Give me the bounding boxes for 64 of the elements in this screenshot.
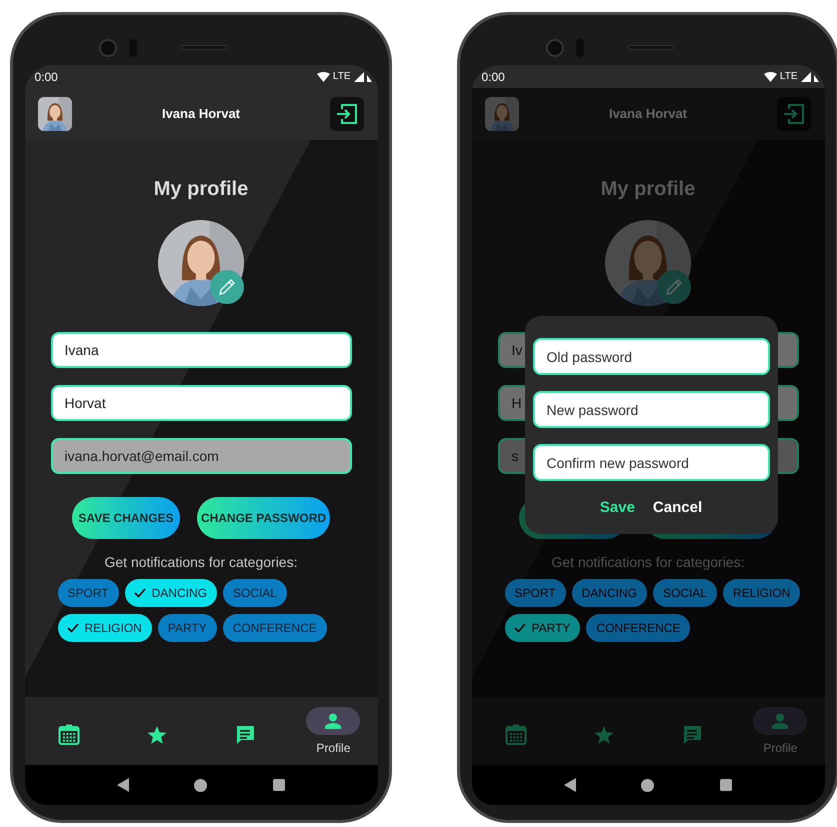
- exit-icon: [336, 103, 358, 125]
- password-field[interactable]: Old password: [532, 338, 770, 375]
- chat-icon: [682, 725, 702, 745]
- status-time: 0:00: [34, 68, 58, 86]
- check-icon: [514, 623, 526, 633]
- category-chip[interactable]: SOCIAL: [222, 579, 287, 607]
- person-icon: [325, 713, 342, 729]
- pencil-icon: [217, 277, 237, 297]
- calendar-icon: [58, 724, 80, 746]
- check-icon: [134, 588, 146, 598]
- speaker-grille: [628, 45, 674, 50]
- exit-icon: [783, 103, 806, 125]
- pencil-icon: [664, 277, 684, 297]
- dialog-action[interactable]: Cancel: [652, 497, 702, 520]
- category-chip[interactable]: RELIGION: [58, 614, 152, 642]
- wifi-icon: [764, 72, 777, 82]
- notifications-label: Get notifications for categories:: [104, 553, 298, 571]
- category-chip[interactable]: SPORT: [504, 579, 566, 607]
- chat-icon: [235, 725, 256, 745]
- network-label: LTE: [332, 70, 350, 84]
- text-field[interactable]: Ivana: [50, 332, 352, 368]
- nav-item[interactable]: [306, 707, 360, 735]
- gradient-button[interactable]: CHANGE PASSWORD: [197, 497, 330, 539]
- category-chip[interactable]: RELIGION: [722, 579, 800, 607]
- password-field[interactable]: New password: [532, 391, 770, 428]
- network-label: LTE: [780, 70, 798, 84]
- calendar-icon: [504, 724, 527, 746]
- back-icon: [117, 778, 130, 792]
- recents-icon: [272, 779, 285, 791]
- wifi-icon: [316, 72, 330, 82]
- camera-icon: [99, 39, 117, 57]
- category-chip[interactable]: PARTY: [158, 614, 217, 642]
- status-time: 0:00: [482, 68, 505, 86]
- dialog-action[interactable]: Save: [600, 497, 635, 520]
- nav-label: Profile: [316, 740, 350, 757]
- category-chip[interactable]: PARTY: [504, 614, 580, 642]
- password-field[interactable]: Confirm new password: [532, 444, 770, 481]
- star-icon: [594, 726, 614, 744]
- check-icon: [66, 623, 78, 633]
- back-icon: [564, 778, 576, 792]
- star-icon: [146, 726, 167, 744]
- notifications-label: Get notifications for categories:: [552, 553, 744, 571]
- person-icon: [772, 713, 788, 729]
- recents-icon: [720, 779, 732, 791]
- home-icon: [641, 778, 654, 792]
- signal-icon: [800, 72, 810, 82]
- speaker-grille: [181, 45, 227, 50]
- logout-button[interactable]: [330, 97, 364, 131]
- page-heading: My profile: [154, 177, 248, 201]
- category-chip[interactable]: SPORT: [58, 579, 119, 607]
- app-bar-title: Ivana Horvat: [162, 105, 240, 124]
- text-field[interactable]: Horvat: [50, 385, 352, 421]
- category-chip[interactable]: CONFERENCE: [222, 614, 327, 642]
- app-bar-title: Ivana Horvat: [608, 105, 688, 124]
- category-chip[interactable]: DANCING: [572, 579, 647, 607]
- gradient-button[interactable]: SAVE CHANGES: [72, 497, 180, 539]
- signal-icon: [354, 72, 364, 82]
- page-heading: My profile: [600, 177, 696, 201]
- home-icon: [194, 778, 208, 792]
- nav-label: Profile: [763, 740, 798, 757]
- category-chip[interactable]: SOCIAL: [652, 579, 717, 607]
- camera-icon: [546, 39, 564, 57]
- category-chip[interactable]: CONFERENCE: [586, 614, 690, 642]
- category-chip[interactable]: DANCING: [124, 579, 217, 607]
